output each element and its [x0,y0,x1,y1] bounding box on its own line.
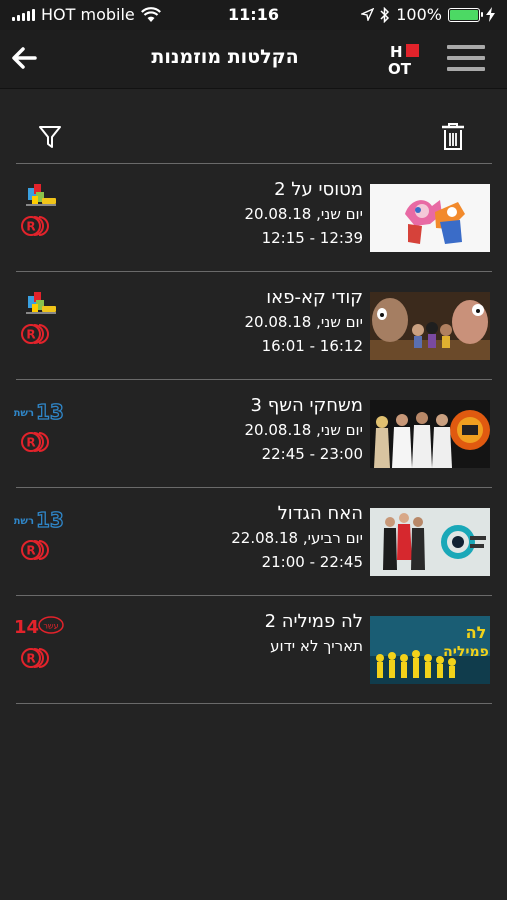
program-date: יום שני, 20.08.18 [244,313,363,331]
record-icon: R [21,432,49,452]
program-thumbnail [370,508,490,576]
svg-text:R: R [26,652,35,666]
svg-text:R: R [26,544,35,558]
hot-logo-letter-h: H [390,43,403,61]
recording-info: קודי קא-פאו יום שני, 20.08.18 16:01 - 16… [103,286,363,358]
location-arrow-icon [361,8,375,21]
program-time: 12:15 - 12:39 [261,229,363,247]
svg-text:R: R [26,328,35,342]
channel-label: עשר [43,622,58,631]
recording-row[interactable]: לה פמיליה לה פמיליה 2 תאריך לא ידוע 14 ע… [0,596,507,704]
recording-row[interactable]: האח הגדול יום רביעי, 22.08.18 21:00 - 22… [0,488,507,596]
recording-info: מטוסי על 2 יום שני, 20.08.18 12:15 - 12:… [103,178,363,250]
recording-row[interactable]: קודי קא-פאו יום שני, 20.08.18 16:01 - 16… [0,272,507,380]
recording-info: האח הגדול יום רביעי, 22.08.18 21:00 - 22… [103,502,363,574]
program-time: 21:00 - 22:45 [261,553,363,571]
program-title: משחקי השף 3 [250,395,363,416]
program-title: קודי קא-פאו [266,287,363,308]
record-icon: R [21,324,49,344]
program-thumbnail [370,292,490,360]
program-title: מטוסי על 2 [274,179,363,200]
program-thumbnail [370,184,490,252]
recording-row[interactable]: משחקי השף 3 יום שני, 20.08.18 22:45 - 23… [0,380,507,488]
program-time: 16:01 - 16:12 [261,337,363,355]
trash-icon[interactable] [440,122,466,152]
channel-number: 14 [14,617,39,638]
status-bar: HOT mobile 11:16 100% [0,0,507,30]
program-date: יום רביעי, 22.08.18 [231,529,363,547]
kids-channel-logo [26,292,56,314]
reshet-13-logo: רשת 13 [14,399,64,424]
channel-14-logo: 14 עשר [14,616,64,638]
hot-logo-letters-ot: OT [388,60,412,76]
divider [16,703,492,704]
record-icon: R [21,648,49,668]
reshet-13-logo: רשת 13 [14,507,64,532]
filter-icon[interactable] [38,124,62,150]
hamburger-menu-icon[interactable] [447,45,485,73]
recording-info: משחקי השף 3 יום שני, 20.08.18 22:45 - 23… [103,394,363,466]
channel-label: רשת [14,516,34,527]
app-header: הקלטות מוזמנות H OT [0,30,507,89]
thumbnail-text-bottom: פמיליה [443,644,489,660]
bluetooth-icon [380,6,390,23]
kids-channel-logo [26,184,56,206]
program-title: האח הגדול [277,503,363,524]
record-icon: R [21,540,49,560]
page-title: הקלטות מוזמנות [151,46,299,68]
hot-logo: H OT [388,43,419,76]
program-date: תאריך לא ידוע [270,637,363,655]
back-arrow-icon[interactable] [10,44,38,72]
status-right: 100% [361,5,495,24]
program-thumbnail [370,400,490,468]
battery-percent: 100% [396,5,442,24]
battery-level [450,9,478,20]
charging-icon [486,7,495,22]
record-icon: R [21,216,49,236]
program-thumbnail: לה פמיליה [370,616,490,684]
channel-number: 13 [36,400,64,424]
recording-row[interactable]: מטוסי על 2 יום שני, 20.08.18 12:15 - 12:… [0,164,507,272]
svg-text:R: R [26,220,35,234]
channel-label: רשת [14,408,34,419]
program-date: יום שני, 20.08.18 [244,421,363,439]
program-time: 22:45 - 23:00 [261,445,363,463]
channel-number: 13 [36,508,64,532]
program-date: יום שני, 20.08.18 [244,205,363,223]
battery-icon [448,7,483,22]
svg-text:R: R [26,436,35,450]
program-title: לה פמיליה 2 [264,611,363,632]
thumbnail-text-top: לה [466,623,487,642]
recording-info: לה פמיליה 2 תאריך לא ידוע [103,610,363,658]
